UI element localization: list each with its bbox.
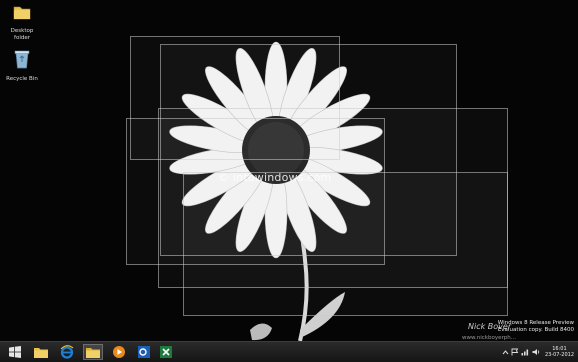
folder-icon — [13, 6, 31, 20]
clock[interactable]: 16:01 23-07-2012 — [545, 346, 574, 359]
volume-icon[interactable] — [532, 348, 541, 356]
taskbar-folder-button[interactable] — [83, 344, 103, 360]
taskbar-internet-explorer-button[interactable] — [57, 344, 77, 360]
outlook-icon — [138, 346, 150, 358]
desktop[interactable]: Desktop folder Recycle Bin © intowindows… — [0, 0, 578, 341]
taskbar-media-player-button[interactable] — [109, 344, 129, 360]
taskbar-file-explorer-button[interactable] — [31, 344, 51, 360]
snapped-window-preview — [183, 172, 508, 316]
folder-icon — [86, 348, 100, 358]
taskbar: 16:01 23-07-2012 — [0, 341, 578, 362]
system-tray: 16:01 23-07-2012 — [500, 344, 574, 360]
flag-icon[interactable] — [511, 348, 519, 356]
file-explorer-icon — [34, 348, 48, 358]
internet-explorer-icon — [60, 345, 74, 359]
network-icon[interactable] — [521, 348, 530, 356]
watermark-text: © intowindows.com — [218, 171, 332, 184]
desktop-icon-label: Recycle Bin — [6, 76, 38, 82]
clock-date: 23-07-2012 — [544, 352, 574, 358]
build-line-1: Windows 8 Release Preview — [497, 320, 574, 326]
taskbar-excel-button[interactable] — [156, 344, 176, 360]
desktop-icon-folder[interactable]: Desktop folder — [2, 2, 42, 41]
start-button[interactable] — [5, 344, 25, 360]
desktop-icon-recycle-bin[interactable]: Recycle Bin — [2, 48, 42, 83]
excel-icon — [160, 346, 172, 358]
media-player-icon — [113, 346, 125, 358]
windows-start-icon — [9, 346, 21, 358]
chevron-up-icon[interactable] — [502, 349, 509, 356]
desktop-icon-label: Desktop folder — [10, 28, 34, 41]
recycle-bin-icon — [14, 50, 30, 69]
build-watermark: Windows 8 Release Preview Evaluation cop… — [498, 320, 574, 334]
taskbar-outlook-button[interactable] — [134, 344, 154, 360]
build-line-2: Evaluation copy. Build 8400 — [497, 327, 574, 333]
